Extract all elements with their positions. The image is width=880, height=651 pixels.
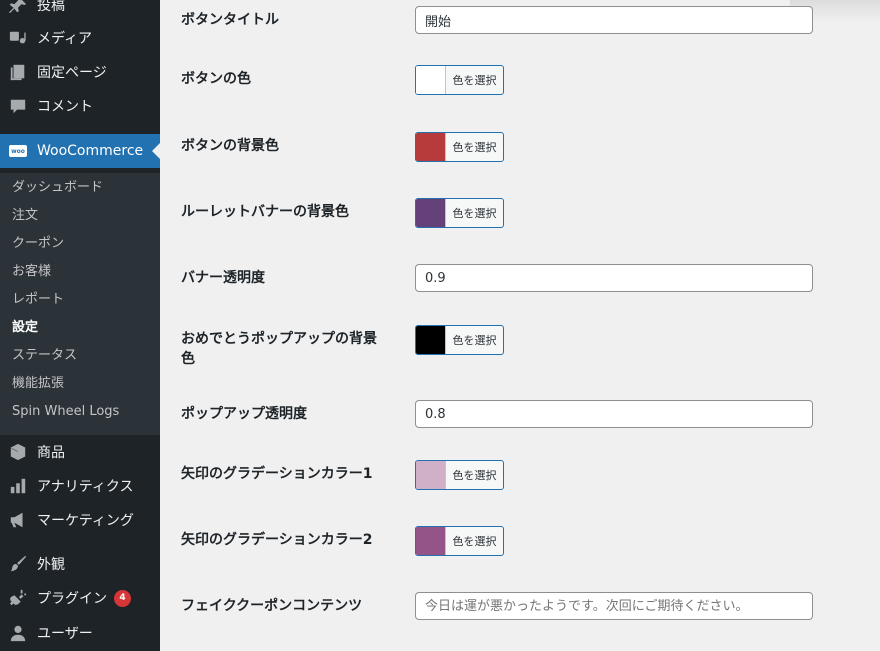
color-picker-button-9[interactable]: 色を選択: [415, 526, 504, 556]
setting-label-9: 矢印のグラデーションカラー2: [181, 532, 373, 548]
user-icon: [8, 623, 28, 643]
woocommerce-icon: woo: [8, 141, 28, 161]
setting-input-10[interactable]: [415, 592, 813, 620]
setting-input-5[interactable]: [415, 264, 813, 292]
product-box-icon: [8, 442, 28, 462]
color-swatch: [416, 199, 446, 227]
page-icon: [8, 62, 28, 82]
sidebar-item-label: マーケティング: [37, 513, 134, 529]
setting-label-8: 矢印のグラデーションカラー1: [181, 466, 373, 482]
color-button-label: 色を選択: [452, 141, 497, 154]
pin-icon: [8, 0, 28, 15]
color-swatch: [416, 326, 446, 354]
color-swatch: [416, 133, 446, 161]
sidebar-item-2[interactable]: メディア: [0, 21, 160, 55]
setting-label-6: おめでとうポップアップの背景色: [181, 331, 377, 367]
paintbrush-icon: [8, 554, 28, 574]
sidebar-item-label: 商品: [37, 445, 65, 461]
color-button-label: 色を選択: [452, 469, 497, 482]
sidebar-item-7[interactable]: アナリティクス: [0, 469, 160, 503]
color-swatch: [416, 66, 446, 94]
color-button-label: 色を選択: [452, 207, 497, 220]
sidebar-item-5[interactable]: woo WooCommerce: [0, 134, 160, 168]
setting-label-2: ボタンの色: [181, 71, 251, 87]
color-picker-button-2[interactable]: 色を選択: [415, 65, 504, 95]
sidebar-item-label: メディア: [37, 31, 93, 47]
media-icon: [8, 28, 28, 48]
sidebar-item-4[interactable]: コメント: [0, 89, 160, 123]
bar-chart-icon: [8, 476, 28, 496]
megaphone-icon: [8, 510, 28, 530]
admin-sidebar: ダッシュボード 注文 クーポン お客様 レポート 設定 ステータス 機能拡張 Spin Whee…: [0, 0, 160, 651]
setting-input-7[interactable]: [415, 400, 813, 428]
color-picker-button-8[interactable]: 色を選択: [415, 460, 504, 490]
sidebar-item-label: 投稿: [37, 0, 65, 14]
color-swatch: [416, 461, 446, 489]
sidebar-item-label: 固定ページ: [37, 65, 107, 81]
sidebar-item-label: コメント: [37, 99, 93, 115]
setting-input-1[interactable]: [415, 6, 813, 34]
sidebar-item-3[interactable]: 固定ページ: [0, 55, 160, 89]
woocommerce-submenu: ダッシュボード 注文 クーポン お客様 レポート 設定 ステータス 機能拡張 Spin Whee…: [0, 173, 160, 435]
woocommerce-logo-text: woo: [9, 145, 27, 157]
submenu-item-5[interactable]: レポート: [12, 286, 64, 314]
active-menu-arrow: [152, 143, 160, 159]
sidebar-item-11[interactable]: ユーザー: [0, 616, 160, 650]
sidebar-item-label: WooCommerce: [37, 143, 144, 159]
sidebar-item-label: プラグイン: [37, 591, 107, 607]
sidebar-item-10[interactable]: プラグイン 4: [0, 581, 160, 615]
submenu-item-1[interactable]: ダッシュボード: [12, 174, 103, 202]
setting-label-5: バナー透明度: [181, 270, 265, 286]
sidebar-item-1[interactable]: 投稿: [0, 0, 160, 22]
setting-label-3: ボタンの背景色: [181, 138, 279, 154]
setting-label-7: ポップアップ透明度: [181, 406, 307, 422]
color-picker-button-4[interactable]: 色を選択: [415, 198, 504, 228]
setting-label-1: ボタンタイトル: [181, 12, 279, 28]
color-picker-button-6[interactable]: 色を選択: [415, 325, 504, 355]
sidebar-item-6[interactable]: 商品: [0, 435, 160, 469]
color-picker-button-3[interactable]: 色を選択: [415, 132, 504, 162]
comment-icon: [8, 96, 28, 116]
plugin-update-badge: 4: [114, 589, 131, 607]
submenu-item-3[interactable]: クーポン: [12, 230, 64, 258]
color-button-label: 色を選択: [452, 74, 497, 87]
setting-label-10: フェイククーポンコンテンツ: [181, 598, 363, 614]
plugin-icon: [8, 588, 28, 608]
color-button-label: 色を選択: [452, 334, 497, 347]
sidebar-item-8[interactable]: マーケティング: [0, 503, 160, 537]
color-swatch: [416, 527, 446, 555]
sidebar-item-label: アナリティクス: [37, 479, 134, 495]
submenu-item-6[interactable]: 設定: [12, 314, 38, 342]
submenu-item-8[interactable]: 機能拡張: [12, 370, 64, 398]
submenu-item-9[interactable]: Spin Wheel Logs: [12, 398, 119, 426]
submenu-item-4[interactable]: お客様: [12, 258, 51, 286]
sidebar-item-label: ユーザー: [37, 626, 93, 642]
sidebar-item-9[interactable]: 外観: [0, 547, 160, 581]
color-button-label: 色を選択: [452, 535, 497, 548]
submenu-item-7[interactable]: ステータス: [12, 342, 77, 370]
setting-label-4: ルーレットバナーの背景色: [181, 204, 349, 220]
sidebar-item-label: 外観: [37, 557, 65, 573]
submenu-item-2[interactable]: 注文: [12, 202, 38, 230]
